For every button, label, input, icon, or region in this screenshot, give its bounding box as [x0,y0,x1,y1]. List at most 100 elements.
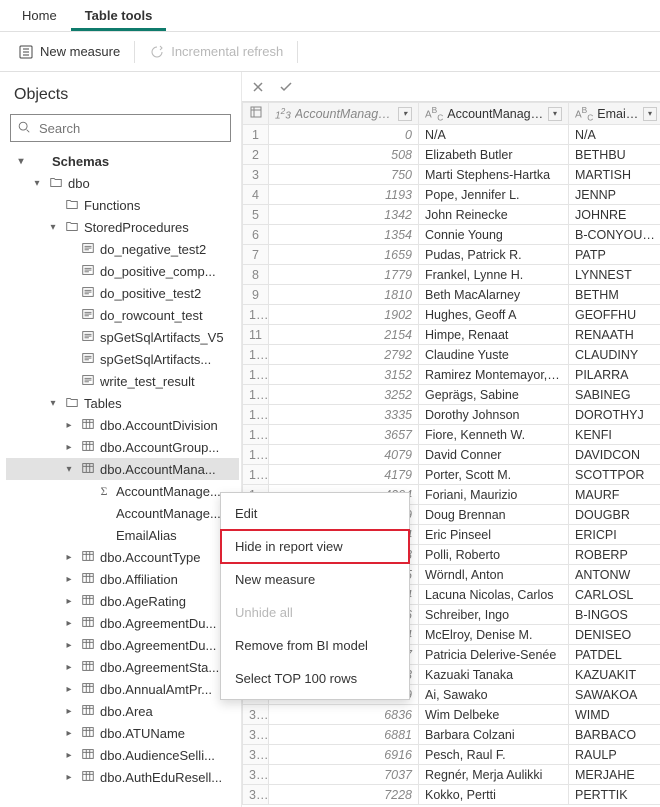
cell-id[interactable]: 3152 [269,365,419,385]
cell-id[interactable]: 6836 [269,705,419,725]
cell-name[interactable]: Fiore, Kenneth W. [419,425,569,445]
cell-id[interactable]: 1342 [269,205,419,225]
cell-email[interactable]: WIMD [569,705,660,725]
cell-name[interactable]: Ai, Sawako [419,685,569,705]
cell-name[interactable]: Claudine Yuste [419,345,569,365]
cell-email[interactable]: BETHM [569,285,660,305]
cell-id[interactable]: 0 [269,125,419,145]
table-row[interactable]: 10N/AN/A [243,125,660,145]
chevron-right-icon[interactable]: ▸ [62,772,76,783]
cell-name[interactable]: Regnér, Merja Aulikki [419,765,569,785]
cell-email[interactable]: GEOFFHU [569,305,660,325]
cell-name[interactable]: Eric Pinseel [419,525,569,545]
cell-email[interactable]: PILARRA [569,365,660,385]
cell-email[interactable]: SCOTTPOR [569,465,660,485]
chevron-right-icon[interactable]: ▸ [62,596,76,607]
table-row[interactable]: 41193Pope, Jennifer L.JENNP [243,185,660,205]
search-input[interactable] [37,120,224,137]
cell-name[interactable]: Hughes, Geoff A [419,305,569,325]
cell-name[interactable]: Gepräg​s, Sabine [419,385,569,405]
cell-email[interactable]: PERTTIK [569,785,660,805]
chevron-right-icon[interactable]: ▸ [62,728,76,739]
cell-id[interactable]: 1810 [269,285,419,305]
chevron-right-icon[interactable]: ▸ [62,662,76,673]
filter-dropdown-icon[interactable]: ▾ [398,107,412,121]
sp-0[interactable]: do_negative_test2 [6,238,239,260]
chevron-down-icon[interactable]: ▾ [14,156,28,167]
filter-dropdown-icon[interactable]: ▾ [548,107,562,121]
context-menu-item-remove-from-bi-model[interactable]: Remove from BI model [221,629,409,662]
table-row[interactable]: 2508Elizabeth ButlerBETHBU [243,145,660,165]
col-header-AccountManagerName[interactable]: ABCAccountManagerName▾ [419,103,569,125]
cell-email[interactable]: ROBERP [569,545,660,565]
cell-id[interactable]: 1902 [269,305,419,325]
cell-name[interactable]: Porter, Scott M. [419,465,569,485]
table-row[interactable]: 81779Frankel, Lynne H.LYNNEST [243,265,660,285]
cell-email[interactable]: B-INGOS [569,605,660,625]
table-post-5[interactable]: ▸dbo.AgreementSta... [6,656,239,678]
cell-email[interactable]: BETHBU [569,145,660,165]
cell-email[interactable]: DOROTHYJ [569,405,660,425]
chevron-down-icon[interactable]: ▾ [62,464,76,475]
table-post-9[interactable]: ▸dbo.AudienceSelli... [6,744,239,766]
chevron-down-icon[interactable]: ▾ [46,398,60,409]
cell-id[interactable]: 750 [269,165,419,185]
cell-email[interactable]: CLAUDINY [569,345,660,365]
table-row[interactable]: 51342John ReineckeJOHNRE [243,205,660,225]
table-row[interactable]: 337037Regnér, Merja AulikkiMERJAHE [243,765,660,785]
cell-email[interactable]: ANTONW [569,565,660,585]
cell-email[interactable]: B-CONYOUNG [569,225,660,245]
cell-id[interactable]: 6881 [269,725,419,745]
table-post-0[interactable]: ▸dbo.AccountType [6,546,239,568]
context-menu-item-new-measure[interactable]: New measure [221,563,409,596]
cell-id[interactable]: 4079 [269,445,419,465]
cell-name[interactable]: Kokko, Pertti [419,785,569,805]
sp-2[interactable]: do_positive_test2 [6,282,239,304]
cell-email[interactable]: DAVIDCON [569,445,660,465]
chevron-right-icon[interactable]: ▸ [62,552,76,563]
table-post-7[interactable]: ▸dbo.Area [6,700,239,722]
cell-id[interactable]: 508 [269,145,419,165]
cell-name[interactable]: Foriani, Maurizio [419,485,569,505]
cell-name[interactable]: Marti Stephens-Hartka [419,165,569,185]
folder-functions[interactable]: Functions [6,194,239,216]
table-row[interactable]: 112154Himpe, RenaatRENAATH [243,325,660,345]
table-post-4[interactable]: ▸dbo.AgreementDu... [6,634,239,656]
cell-email[interactable]: ERICPI [569,525,660,545]
table-row[interactable]: 326916Pesch, Raul F.RAULP [243,745,660,765]
chevron-down-icon[interactable]: ▾ [30,178,44,189]
cell-name[interactable]: Pesch, Raul F. [419,745,569,765]
chevron-right-icon[interactable]: ▸ [62,640,76,651]
table-row[interactable]: 61354Connie YoungB-CONYOUNG [243,225,660,245]
cell-email[interactable]: RAULP [569,745,660,765]
cell-name[interactable]: Lacuna Nicolas, Carlos [419,585,569,605]
sp-6[interactable]: write_test_result [6,370,239,392]
cell-name[interactable]: Elizabeth Butler [419,145,569,165]
column-0[interactable]: ΣAccountManage... [6,480,239,502]
chevron-right-icon[interactable]: ▸ [62,618,76,629]
cell-id[interactable]: 7228 [269,785,419,805]
cell-id[interactable]: 2154 [269,325,419,345]
cell-name[interactable]: Himpe, Renaat [419,325,569,345]
table-row[interactable]: 143252Gepräg​s, SabineSABINEG [243,385,660,405]
cell-id[interactable]: 1354 [269,225,419,245]
schema-dbo[interactable]: ▾dbo [6,172,239,194]
context-menu-item-select-top-100-rows[interactable]: Select TOP 100 rows [221,662,409,695]
cell-email[interactable]: PATDEL [569,645,660,665]
cell-name[interactable]: Barbara Colzani [419,725,569,745]
sp-1[interactable]: do_positive_comp... [6,260,239,282]
cell-name[interactable]: Schreiber, Ingo [419,605,569,625]
cell-email[interactable]: SABINEG [569,385,660,405]
cell-email[interactable]: KAZUAKIT [569,665,660,685]
sp-5[interactable]: spGetSqlArtifacts... [6,348,239,370]
cell-id[interactable]: 4179 [269,465,419,485]
cell-id[interactable]: 1659 [269,245,419,265]
cell-email[interactable]: RENAATH [569,325,660,345]
filter-dropdown-icon[interactable]: ▾ [643,107,657,121]
table-row[interactable]: 163657Fiore, Kenneth W.KENFI [243,425,660,445]
sp-3[interactable]: do_rowcount_test [6,304,239,326]
cell-name[interactable]: David Conner [419,445,569,465]
tab-table-tools[interactable]: Table tools [71,0,167,31]
cell-name[interactable]: Kazuaki Tanaka [419,665,569,685]
cell-name[interactable]: Beth MacAlarney [419,285,569,305]
